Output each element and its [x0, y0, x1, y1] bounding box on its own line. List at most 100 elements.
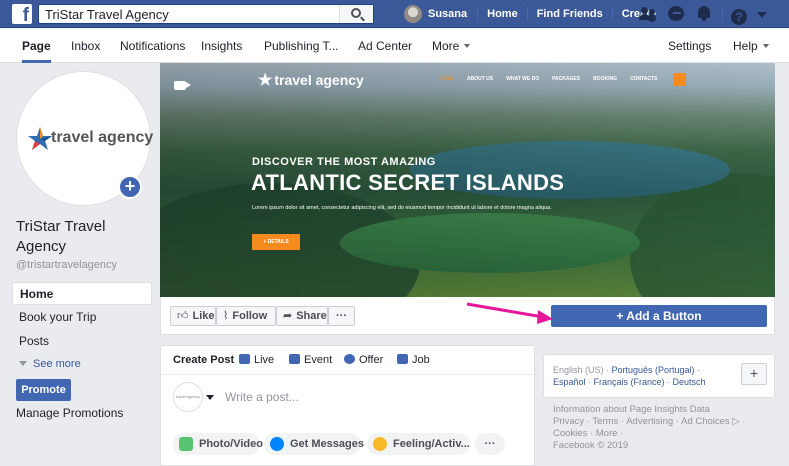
caret-down-icon [19, 361, 27, 366]
tab-help-label: Help [733, 39, 758, 53]
home-link[interactable]: Home [478, 0, 527, 28]
caret-down-icon[interactable] [757, 12, 767, 18]
feeling-activity-label: Feeling/Activ... [393, 438, 470, 450]
photo-icon [179, 437, 193, 451]
page-tab-bar: Page Inbox Notifications Insights Publis… [0, 29, 789, 63]
tab-publishing-tools[interactable]: Publishing T... [264, 29, 339, 63]
current-language: English (US) [553, 365, 604, 375]
tab-event-label: Event [304, 354, 333, 366]
add-language-button[interactable]: + [741, 363, 767, 385]
briefcase-icon [397, 354, 408, 364]
feeling-activity-button[interactable]: Feeling/Activ... [367, 433, 470, 455]
follow-button[interactable]: ⌇ Follow [216, 306, 276, 326]
language-line-1: English (US) · Português (Portugal) · [553, 365, 701, 375]
tab-settings[interactable]: Settings [668, 29, 711, 63]
page-handle[interactable]: @tristartravelagency [16, 259, 117, 271]
tab-ad-center[interactable]: Ad Center [358, 29, 412, 63]
language-link-spanish[interactable]: Español [553, 377, 586, 387]
find-friends-link[interactable]: Find Friends [528, 0, 612, 28]
cover-title: ATLANTIC SECRET ISLANDS [251, 170, 565, 195]
language-link-french[interactable]: Français (France) [594, 377, 665, 387]
photo-video-label: Photo/Video [199, 438, 263, 450]
cover-subtitle: DISCOVER THE MOST AMAZING [252, 156, 436, 168]
language-link-portuguese[interactable]: Português (Portugal) [612, 365, 695, 375]
tab-more[interactable]: More [432, 29, 471, 63]
messenger-icon [270, 437, 284, 451]
footer-line[interactable]: Privacy · Terms · Advertising · Ad Choic… [553, 416, 745, 428]
language-link-german[interactable]: Deutsch [673, 377, 706, 387]
facebook-logo-icon[interactable]: f [12, 4, 32, 24]
thumbs-up-icon: 👍︎ [177, 310, 189, 322]
live-video-icon [239, 354, 250, 364]
cover-nav-item: BOOKING [593, 76, 617, 82]
tab-live[interactable]: Live [239, 354, 274, 366]
add-photo-button[interactable]: + [118, 175, 142, 199]
search-input[interactable] [39, 5, 339, 23]
manage-promotions-link[interactable]: Manage Promotions [16, 406, 123, 420]
cover-details-button: + DETAILS [252, 234, 300, 250]
copyright: Facebook © 2019 [553, 440, 629, 451]
composer-page-avatar[interactable]: travel agency [173, 382, 203, 412]
top-nav-links: Susana Home Find Friends Create [404, 0, 665, 28]
cover-nav-item: WHAT WE DO [506, 76, 540, 82]
promote-button[interactable]: Promote [16, 379, 71, 401]
smiley-icon [373, 437, 387, 451]
calendar-icon [289, 354, 300, 364]
get-messages-label: Get Messages [290, 438, 364, 450]
tab-more-label: More [432, 39, 460, 53]
tab-help[interactable]: Help [733, 29, 769, 63]
composer-more-button[interactable]: ··· [475, 433, 505, 455]
cover-nav-item: HOME [439, 76, 454, 82]
leftnav-item-home[interactable]: Home [12, 282, 152, 305]
see-more-link[interactable]: See more [12, 354, 152, 374]
friends-icon[interactable] [638, 0, 658, 28]
tab-inbox[interactable]: Inbox [71, 29, 100, 63]
page-name[interactable]: TriStar Travel Agency [16, 217, 156, 257]
footer-line[interactable]: Information about Page Insights Data [553, 404, 745, 416]
leftnav-item-book-your-trip[interactable]: Book your Trip [12, 306, 152, 329]
cover-photo[interactable]: ★ travel agency HOME ABOUT US WHAT WE DO … [160, 63, 775, 297]
tab-job[interactable]: Job [397, 354, 430, 366]
rss-icon: ⌇ [223, 310, 229, 322]
language-line-2: Español · Français (France) · Deutsch [553, 377, 706, 387]
cover-nav: HOME ABOUT US WHAT WE DO PACKAGES BOOKIN… [439, 76, 670, 82]
composer-divider [161, 374, 534, 375]
share-label: Share [296, 310, 327, 322]
notifications-icon[interactable] [694, 0, 714, 28]
tab-page[interactable]: Page [22, 29, 51, 63]
footer-links: Information about Page Insights Data Pri… [553, 404, 745, 452]
share-button[interactable]: ➦ Share [276, 306, 328, 326]
cover-body-text: Lorem ipsum dolor sit amet, consectetur … [252, 205, 552, 211]
tab-create-post[interactable]: Create Post [173, 354, 234, 366]
search-box [38, 4, 374, 24]
search-icon [351, 8, 361, 18]
tab-event[interactable]: Event [289, 354, 332, 366]
star-icon: ★ [258, 72, 273, 89]
tab-notifications[interactable]: Notifications [120, 29, 185, 63]
video-camera-icon[interactable] [174, 81, 186, 90]
search-button[interactable] [339, 5, 373, 23]
messenger-icon[interactable] [666, 0, 686, 28]
caret-down-icon[interactable] [206, 395, 214, 400]
help-icon[interactable]: ? [731, 9, 747, 25]
share-arrow-icon: ➦ [283, 310, 293, 322]
footer-line[interactable]: Cookies · More · [553, 428, 745, 440]
tab-job-label: Job [412, 354, 430, 366]
cover-nav-item: ABOUT US [467, 76, 494, 82]
get-messages-button[interactable]: Get Messages [264, 433, 364, 455]
tab-offer[interactable]: Offer [344, 354, 383, 366]
add-a-button[interactable]: + Add a Button [551, 305, 767, 327]
pink-arrow-annotation [466, 302, 553, 324]
add-a-button-label: Add a Button [626, 309, 702, 323]
post-input[interactable]: Write a post... [225, 390, 299, 404]
post-composer: Create Post Live Event Offer Job travel … [160, 345, 535, 466]
language-box: English (US) · Português (Portugal) · Es… [543, 354, 775, 398]
like-button[interactable]: 👍︎ Like [170, 306, 216, 326]
nav-divider [722, 7, 723, 21]
profile-link[interactable]: Susana [428, 0, 477, 28]
photo-video-button[interactable]: Photo/Video [173, 433, 263, 455]
tab-insights[interactable]: Insights [201, 29, 242, 63]
user-avatar[interactable] [404, 5, 422, 23]
more-options-button[interactable]: ··· [328, 306, 355, 326]
leftnav-item-posts[interactable]: Posts [12, 330, 152, 353]
